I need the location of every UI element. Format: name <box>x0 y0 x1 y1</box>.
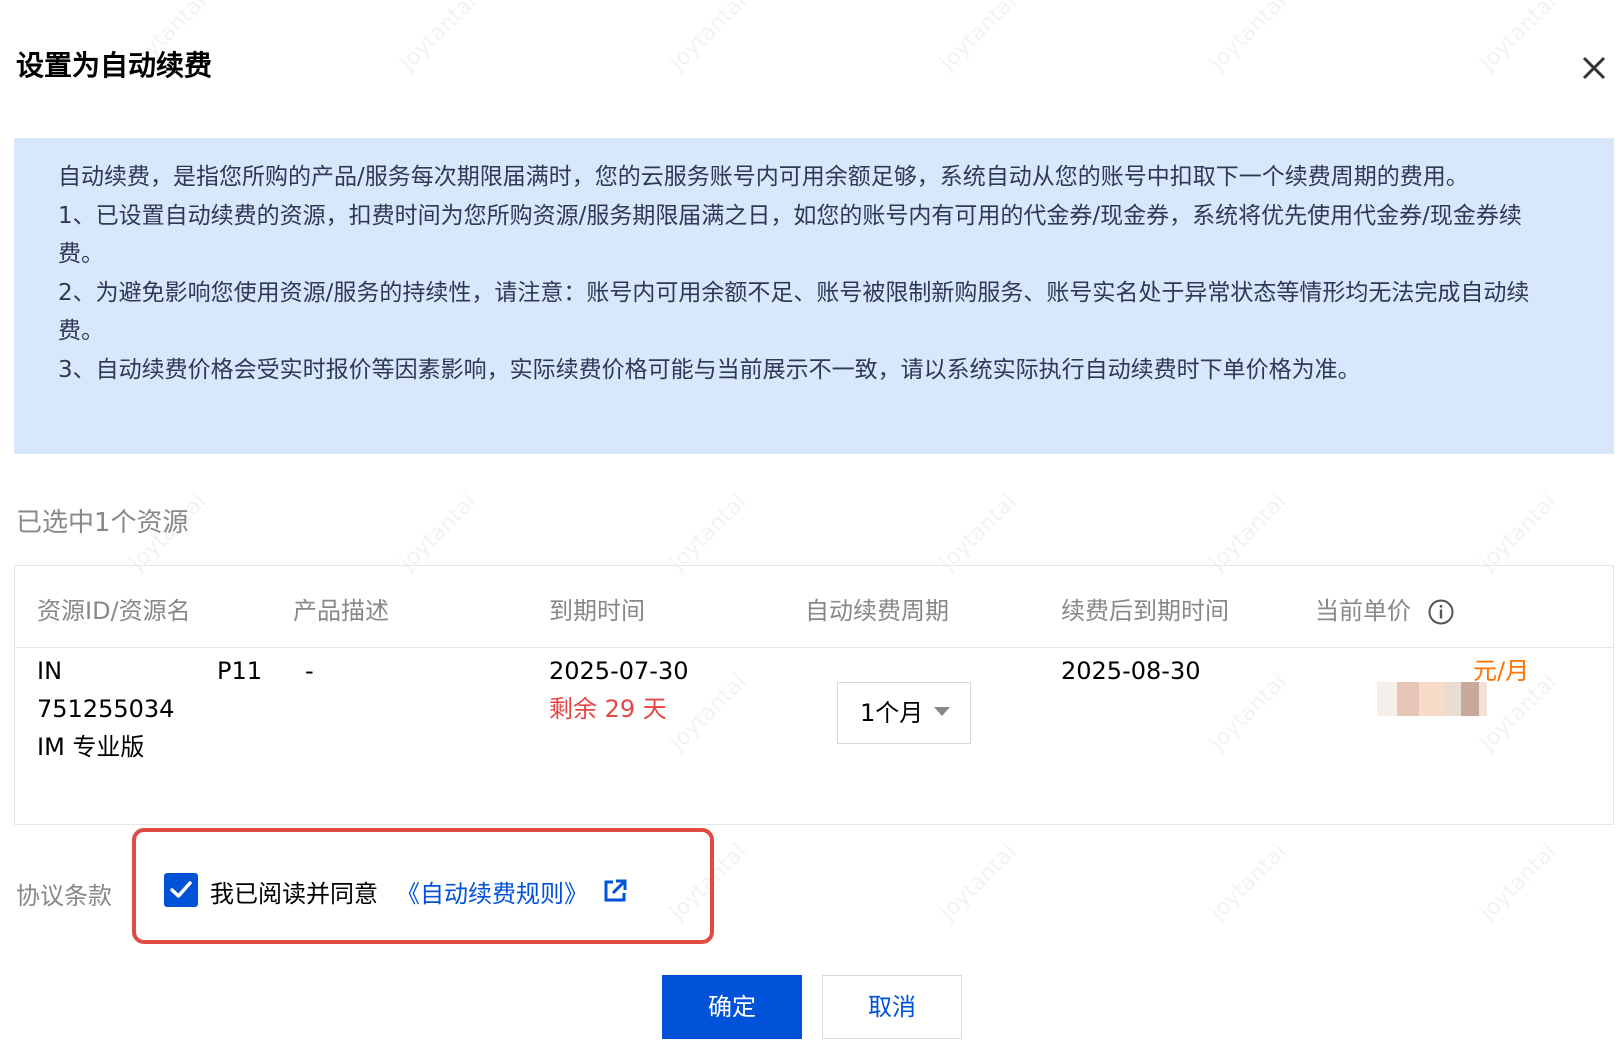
header-unit-price-label: 当前单价 <box>1315 597 1411 625</box>
product-desc: - <box>305 657 314 685</box>
watermark-text: joytantai <box>665 0 752 76</box>
resource-id-line2: 751255034 <box>37 695 175 723</box>
watermark-text: joytantai <box>395 489 482 576</box>
resource-id-prefix: IN <box>37 657 63 685</box>
chevron-down-icon <box>934 707 950 716</box>
price-masked <box>1377 682 1487 716</box>
auto-renew-rules-link[interactable]: 《自动续费规则》 <box>396 874 588 909</box>
auto-renew-notice: 自动续费，是指您所购的产品/服务每次期限届满时，您的云服务账号内可用余额足够，系… <box>14 138 1614 454</box>
price-unit: 元/月 <box>1473 657 1530 685</box>
resource-name: IM 专业版 <box>37 733 145 761</box>
agree-checkbox[interactable] <box>164 873 198 907</box>
watermark-text: joytantai <box>1205 839 1292 926</box>
watermark-text: joytantai <box>665 489 752 576</box>
header-resource-id: 资源ID/资源名 <box>37 597 191 625</box>
header-renew-period: 自动续费周期 <box>805 597 949 625</box>
notice-line: 自动续费，是指您所购的产品/服务每次期限届满时，您的云服务账号内可用余额足够，系… <box>58 164 1469 190</box>
expire-date: 2025-07-30 <box>549 657 689 685</box>
resource-id-suffix: P11 <box>217 657 263 685</box>
check-icon <box>170 881 192 898</box>
watermark-text: joytantai <box>1205 0 1292 76</box>
cancel-button[interactable]: 取消 <box>822 975 962 1039</box>
header-product-desc: 产品描述 <box>293 597 389 625</box>
selected-count: 已选中1个资源 <box>16 508 189 538</box>
close-button[interactable] <box>1574 48 1614 88</box>
watermark-text: joytantai <box>395 0 482 76</box>
close-icon <box>1582 56 1606 80</box>
auto-renew-dialog: joytantai joytantai joytantai joytantai … <box>0 0 1624 1062</box>
remaining-days: 剩余 29 天 <box>549 695 667 723</box>
header-expire-time: 到期时间 <box>549 597 645 625</box>
header-unit-price: 当前单价 <box>1315 591 1455 626</box>
renew-period-select[interactable]: 1个月 <box>837 682 971 744</box>
dialog-title: 设置为自动续费 <box>16 49 213 82</box>
watermark-text: joytantai <box>935 839 1022 926</box>
notice-line: 2、为避免影响您使用资源/服务的持续性，请注意：账号内可用余额不足、账号被限制新… <box>58 279 1530 345</box>
watermark-text: joytantai <box>1475 489 1562 576</box>
notice-line: 1、已设置自动续费的资源，扣费时间为您所购资源/服务期限届满之日，如您的账号内有… <box>58 202 1522 268</box>
agreement-text[interactable]: 我已阅读并同意 <box>210 874 378 909</box>
renew-period-value: 1个月 <box>860 699 924 727</box>
resource-table: 资源ID/资源名 产品描述 到期时间 自动续费周期 续费后到期时间 当前单价 I… <box>14 565 1614 825</box>
external-link-icon[interactable] <box>602 878 628 904</box>
table-header: 资源ID/资源名 产品描述 到期时间 自动续费周期 续费后到期时间 当前单价 <box>15 566 1613 648</box>
confirm-button[interactable]: 确定 <box>662 975 802 1039</box>
watermark-text: joytantai <box>1475 0 1562 76</box>
notice-line: 3、自动续费价格会受实时报价等因素影响，实际续费价格可能与当前展示不一致，请以系… <box>58 356 1361 383</box>
watermark-text: joytantai <box>1205 489 1292 576</box>
renewed-expire-date: 2025-08-30 <box>1061 657 1201 685</box>
watermark-text: joytantai <box>935 489 1022 576</box>
info-circle-icon[interactable] <box>1427 598 1455 626</box>
agreement-label: 协议条款 <box>16 882 112 910</box>
watermark-text: joytantai <box>935 0 1022 76</box>
watermark-text: joytantai <box>1475 839 1562 926</box>
header-renewed-expire-time: 续费后到期时间 <box>1061 597 1229 625</box>
